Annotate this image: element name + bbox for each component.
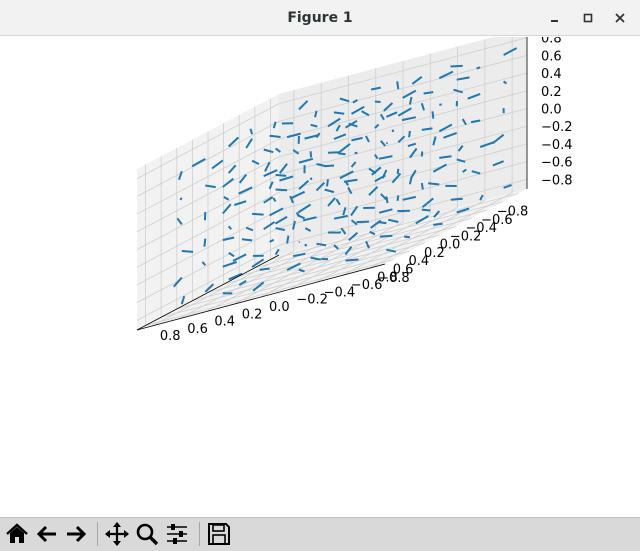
quiver-arrow <box>345 258 359 262</box>
quiver-arrow <box>259 267 270 271</box>
quiver-arrow <box>379 234 393 238</box>
z-tick-label: −0.4 <box>541 138 573 153</box>
y-tick-label: −0.8 <box>378 271 410 286</box>
quiver-arrow <box>404 235 411 239</box>
y-tick-label: −0.4 <box>324 286 356 301</box>
magnifier-icon <box>136 523 159 546</box>
quiver-arrow <box>374 100 381 103</box>
quiver-arrow <box>309 177 313 181</box>
quiver-arrow <box>396 168 400 175</box>
maximize-button[interactable] <box>579 9 597 27</box>
quiver-arrow <box>241 238 253 242</box>
quiver-arrow <box>309 151 313 158</box>
y-tick-label: −0.2 <box>296 293 328 308</box>
z-tick-label: 0.6 <box>541 49 562 64</box>
close-icon <box>615 13 625 23</box>
quiver-arrow <box>325 164 335 168</box>
zoom-button[interactable] <box>134 521 160 547</box>
quiver-arrow <box>476 66 481 70</box>
configure-subplots-button[interactable] <box>164 521 190 547</box>
quiver-arrow <box>356 220 370 224</box>
y-tick-label: 0.0 <box>269 300 290 315</box>
quiver-arrow <box>203 238 207 247</box>
z-tick-labels: −0.8 −0.6 −0.4 −0.2 0.0 0.2 0.4 0.6 0.8 <box>541 32 573 189</box>
arrow-left-icon <box>36 525 56 543</box>
floppy-disk-icon <box>208 523 230 545</box>
pan-button[interactable] <box>104 521 130 547</box>
title-bar: Figure 1 <box>0 0 640 36</box>
quiver-arrow <box>179 197 183 201</box>
move-icon <box>105 522 129 546</box>
y-tick-label: 0.2 <box>242 307 263 322</box>
quiver-arrow <box>408 178 413 185</box>
back-button[interactable] <box>34 521 60 547</box>
arrow-right-icon <box>67 525 87 543</box>
maximize-icon <box>583 13 593 23</box>
quiver-arrow <box>275 188 288 192</box>
z-tick-label: −0.6 <box>541 156 573 171</box>
quiver-arrow <box>314 110 318 118</box>
forward-button[interactable] <box>63 521 89 547</box>
y-tick-label: −0.6 <box>351 278 383 293</box>
quiver-arrow <box>304 243 308 247</box>
y-tick-label: 0.8 <box>160 329 181 344</box>
save-button[interactable] <box>206 521 232 547</box>
quiver-arrow <box>431 111 435 119</box>
quiver-arrow <box>450 64 463 68</box>
z-tick-label: 0.0 <box>541 103 562 118</box>
quiver-arrow <box>391 129 395 133</box>
y-tick-label: 0.6 <box>187 322 208 337</box>
quiver-arrow <box>286 235 290 244</box>
minimize-button[interactable] <box>545 9 563 27</box>
quiver-arrow <box>326 179 329 187</box>
quiver-arrow <box>337 152 346 156</box>
minimize-icon <box>551 20 558 22</box>
toolbar-separator <box>199 522 200 546</box>
z-tick-label: 0.4 <box>541 67 562 82</box>
toolbar-separator <box>97 522 98 546</box>
quiver-arrow <box>252 212 264 216</box>
quiver-arrow <box>421 208 431 212</box>
quiver-arrow <box>408 130 411 138</box>
quiver-arrow <box>396 195 400 201</box>
quiver-arrow <box>420 151 424 157</box>
quiver-arrow <box>333 111 345 115</box>
y-tick-label: 0.4 <box>214 315 235 330</box>
quiver-arrow <box>275 173 287 177</box>
quiver-arrow <box>420 182 424 190</box>
z-tick-label: −0.2 <box>541 120 573 135</box>
quiver-arrow <box>377 221 387 225</box>
navigation-toolbar <box>0 517 640 551</box>
quiver-arrow <box>423 91 434 95</box>
z-tick-label: 0.8 <box>541 37 562 47</box>
z-tick-label: −0.8 <box>541 173 573 188</box>
quiver-arrow <box>386 141 388 145</box>
quiver-3d-plot: −0.8−0.6−0.4−0.20.00.20.40.60.8 −0.8−0.6… <box>136 28 573 344</box>
window-title: Figure 1 <box>287 10 353 26</box>
z-tick-label: 0.2 <box>541 85 562 100</box>
sliders-icon <box>167 524 187 544</box>
quiver-arrow <box>396 81 400 90</box>
figure-canvas[interactable]: −0.8 −0.6 −0.4 −0.2 0.0 0.2 0.4 0.6 0.8 −0.8 −0.6… <box>0 28 640 517</box>
home-button[interactable] <box>4 521 30 547</box>
quiver-arrow <box>269 134 281 138</box>
close-button[interactable] <box>611 9 629 27</box>
quiver-arrow <box>450 197 463 201</box>
quiver-arrow <box>433 222 443 226</box>
quiver-arrow <box>385 196 389 204</box>
quiver-arrow <box>181 250 194 253</box>
quiver-arrow <box>298 241 301 244</box>
quiver-arrow <box>428 182 440 186</box>
home-icon <box>6 523 28 543</box>
